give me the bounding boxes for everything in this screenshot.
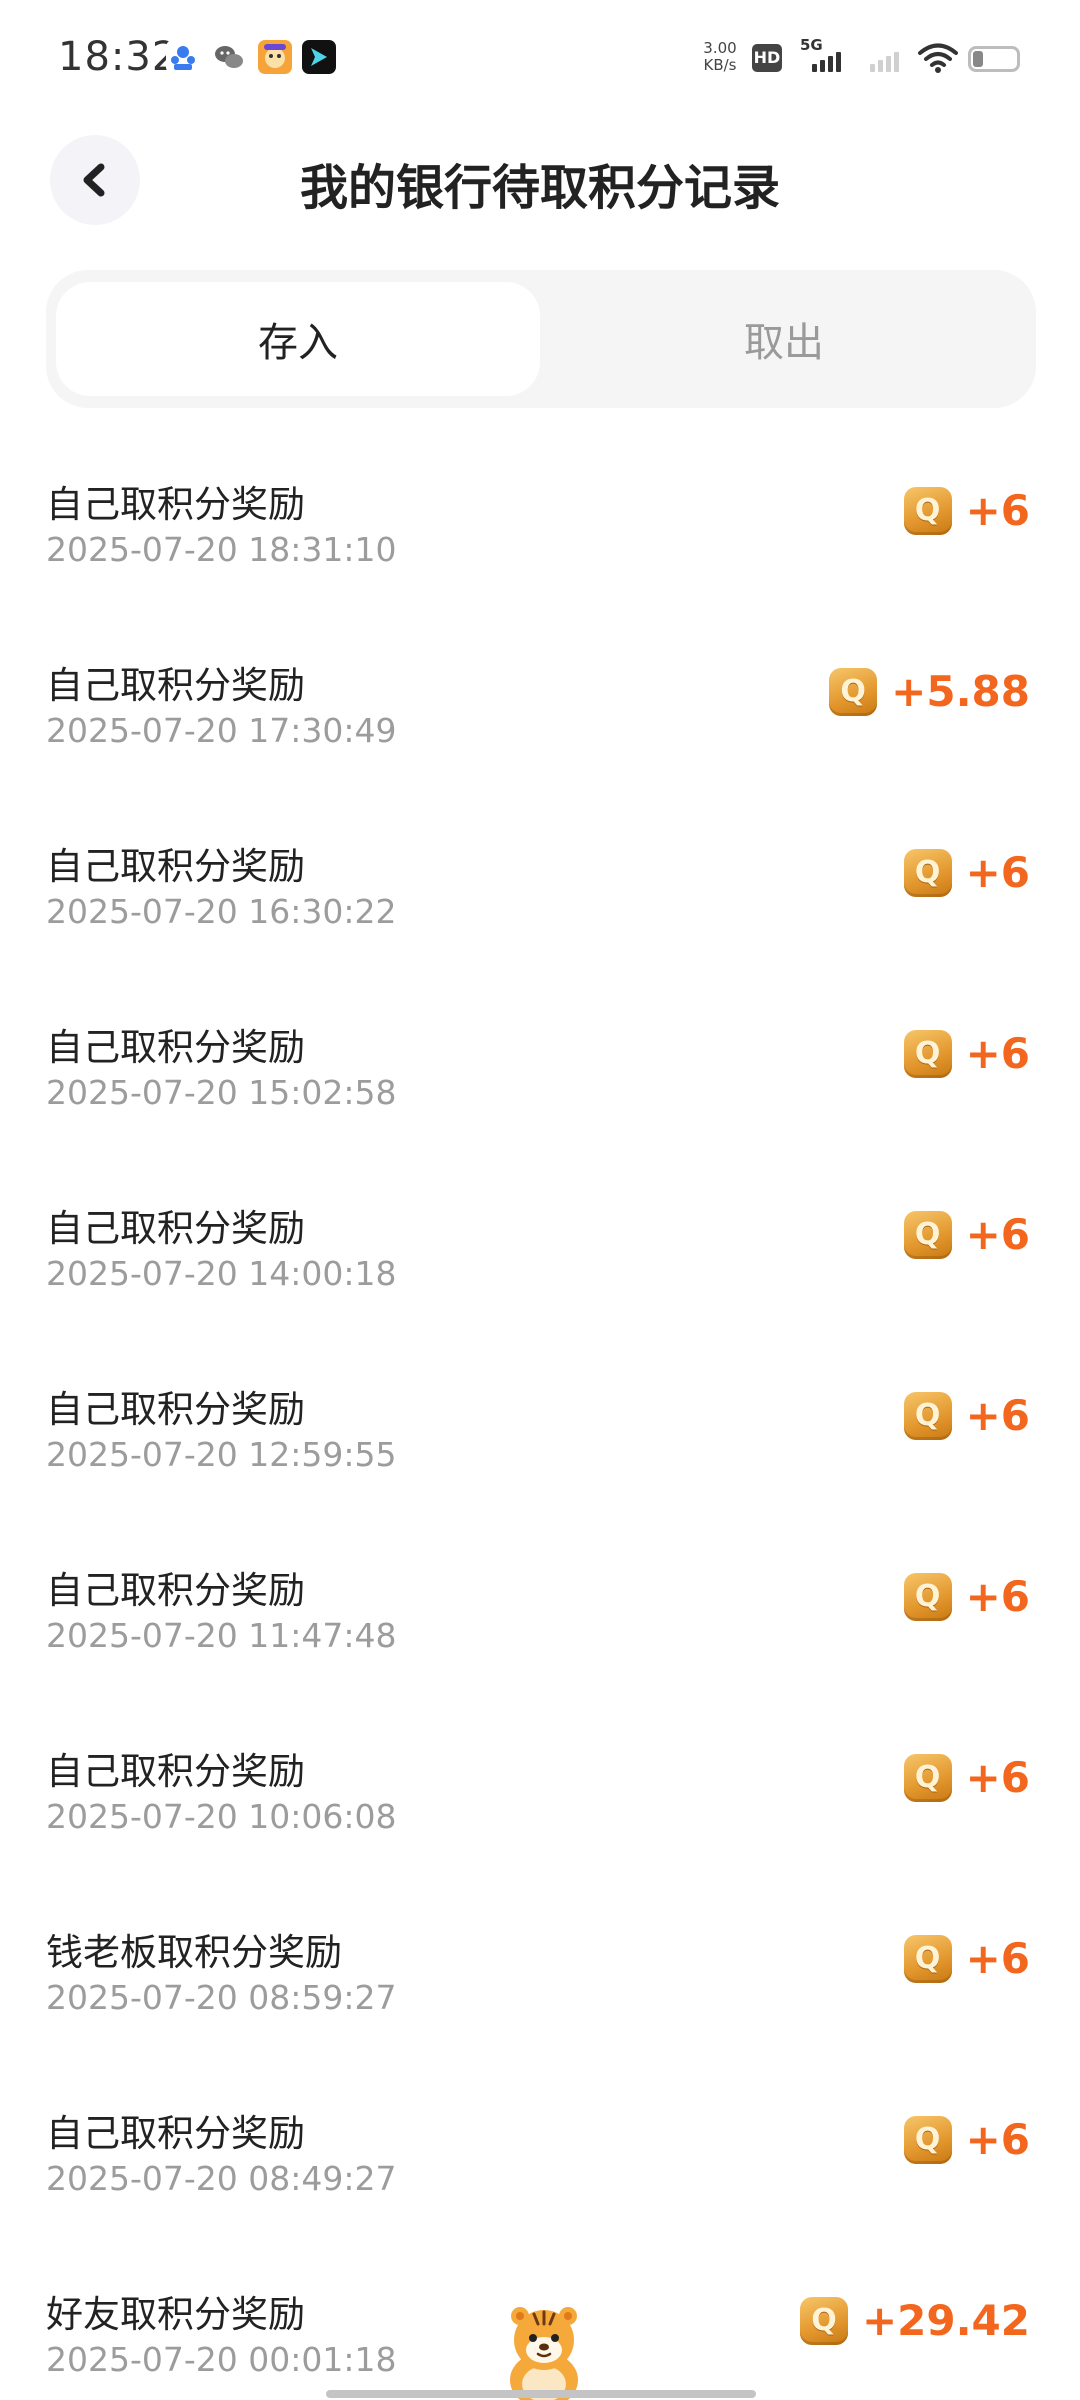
- signal-strength-sim2-icon: [870, 50, 899, 72]
- record-row: 钱老板取积分奖励 2025-07-20 08:59:27 Q +6: [0, 1878, 1080, 2059]
- record-title: 自己取积分奖励: [46, 483, 305, 526]
- q-coin-letter: Q: [914, 493, 941, 528]
- record-time: 2025-07-20 14:00:18: [46, 1254, 397, 1293]
- record-title: 钱老板取积分奖励: [46, 1931, 342, 1974]
- hd-badge: HD: [752, 44, 782, 72]
- record-amount: +6: [965, 1210, 1030, 1259]
- record-amount-group: Q +6: [903, 1029, 1030, 1078]
- record-amount-group: Q +6: [903, 2115, 1030, 2164]
- q-coin-letter: Q: [914, 1579, 941, 1614]
- record-title: 自己取积分奖励: [46, 845, 305, 888]
- record-time: 2025-07-20 00:01:18: [46, 2340, 397, 2379]
- record-amount-group: Q +6: [903, 1934, 1030, 1983]
- record-time: 2025-07-20 10:06:08: [46, 1797, 397, 1836]
- record-row: 自己取积分奖励 2025-07-20 18:31:10 Q +6: [0, 430, 1080, 611]
- record-amount-group: Q +5.88: [829, 667, 1030, 716]
- record-row: 自己取积分奖励 2025-07-20 12:59:55 Q +6: [0, 1335, 1080, 1516]
- record-title: 自己取积分奖励: [46, 664, 305, 707]
- record-amount-group: Q +29.42: [799, 2296, 1030, 2345]
- q-coin-icon: Q: [903, 1572, 952, 1621]
- tab-withdraw[interactable]: 取出: [542, 282, 1026, 396]
- record-amount-group: Q +6: [903, 1210, 1030, 1259]
- q-coin-icon: Q: [903, 1029, 952, 1078]
- tab-deposit[interactable]: 存入: [56, 282, 540, 396]
- game-app-icon: [258, 40, 292, 74]
- record-row: 自己取积分奖励 2025-07-20 10:06:08 Q +6: [0, 1697, 1080, 1878]
- record-title: 自己取积分奖励: [46, 1569, 305, 1612]
- record-amount: +6: [965, 1753, 1030, 1802]
- arrow-app-icon: [302, 40, 336, 74]
- q-coin-icon: Q: [829, 667, 878, 716]
- record-amount: +6: [965, 1934, 1030, 1983]
- record-title: 自己取积分奖励: [46, 2112, 305, 2155]
- record-amount: +6: [965, 2115, 1030, 2164]
- q-coin-letter: Q: [914, 1941, 941, 1976]
- record-amount: +6: [965, 1029, 1030, 1078]
- q-coin-icon: Q: [903, 1391, 952, 1440]
- segmented-tabs: 存入 取出: [46, 270, 1036, 408]
- record-time: 2025-07-20 12:59:55: [46, 1435, 397, 1474]
- record-title: 自己取积分奖励: [46, 1207, 305, 1250]
- record-row: 自己取积分奖励 2025-07-20 11:47:48 Q +6: [0, 1516, 1080, 1697]
- record-row: 自己取积分奖励 2025-07-20 15:02:58 Q +6: [0, 973, 1080, 1154]
- q-coin-letter: Q: [840, 674, 866, 709]
- record-amount-group: Q +6: [903, 1391, 1030, 1440]
- status-time: 18:32: [58, 34, 179, 80]
- wechat-app-icon: [212, 40, 246, 74]
- record-time: 2025-07-20 16:30:22: [46, 892, 397, 931]
- network-speed-unit: KB/s: [703, 56, 737, 74]
- record-amount: +6: [965, 1391, 1030, 1440]
- record-amount: +6: [965, 486, 1030, 535]
- q-coin-letter: Q: [914, 1760, 941, 1795]
- record-time: 2025-07-20 11:47:48: [46, 1616, 397, 1655]
- home-indicator[interactable]: [326, 2390, 756, 2398]
- q-coin-icon: Q: [903, 1753, 952, 1802]
- record-amount: +6: [965, 1572, 1030, 1621]
- q-coin-icon: Q: [903, 848, 952, 897]
- q-coin-icon: Q: [799, 2296, 848, 2345]
- record-amount: +5.88: [891, 667, 1030, 716]
- record-list: 自己取积分奖励 2025-07-20 18:31:10 Q +6 自己取积分奖励…: [0, 430, 1080, 2400]
- record-amount-group: Q +6: [903, 1572, 1030, 1621]
- q-coin-letter: Q: [811, 2303, 837, 2338]
- baidu-app-icon: [166, 40, 200, 74]
- record-time: 2025-07-20 18:31:10: [46, 530, 397, 569]
- record-title: 好友取积分奖励: [46, 2293, 305, 2336]
- network-speed-value: 3.00: [703, 39, 737, 57]
- q-coin-letter: Q: [914, 1398, 941, 1433]
- record-row: 自己取积分奖励 2025-07-20 16:30:22 Q +6: [0, 792, 1080, 973]
- screen: 18:32 3.00 KB/s HD 5G 我的银行待取积分记录 存入 取出 自…: [0, 0, 1080, 2400]
- record-amount-group: Q +6: [903, 848, 1030, 897]
- record-title: 自己取积分奖励: [46, 1026, 305, 1069]
- record-amount-group: Q +6: [903, 486, 1030, 535]
- record-time: 2025-07-20 15:02:58: [46, 1073, 397, 1112]
- q-coin-letter: Q: [914, 2122, 941, 2157]
- tiger-mascot-icon[interactable]: [494, 2300, 594, 2400]
- q-coin-icon: Q: [903, 2115, 952, 2164]
- q-coin-icon: Q: [903, 486, 952, 535]
- status-bar: 18:32 3.00 KB/s HD 5G: [0, 0, 1080, 118]
- q-coin-letter: Q: [914, 1217, 941, 1252]
- page-title: 我的银行待取积分记录: [299, 160, 780, 216]
- q-coin-icon: Q: [903, 1934, 952, 1983]
- q-coin-letter: Q: [914, 855, 941, 890]
- signal-strength-icon: [812, 50, 841, 72]
- wifi-icon: [918, 43, 958, 73]
- record-amount: +6: [965, 848, 1030, 897]
- record-row: 自己取积分奖励 2025-07-20 17:30:49 Q +5.88: [0, 611, 1080, 792]
- record-amount: +29.42: [861, 2296, 1030, 2345]
- record-title: 自己取积分奖励: [46, 1388, 305, 1431]
- record-time: 2025-07-20 08:49:27: [46, 2159, 397, 2198]
- q-coin-letter: Q: [914, 1036, 941, 1071]
- network-speed: 3.00 KB/s: [698, 40, 742, 74]
- record-time: 2025-07-20 08:59:27: [46, 1978, 397, 2017]
- record-title: 自己取积分奖励: [46, 1750, 305, 1793]
- record-row: 自己取积分奖励 2025-07-20 14:00:18 Q +6: [0, 1154, 1080, 1335]
- battery-icon: [968, 46, 1020, 72]
- record-row: 自己取积分奖励 2025-07-20 08:49:27 Q +6: [0, 2059, 1080, 2240]
- record-amount-group: Q +6: [903, 1753, 1030, 1802]
- q-coin-icon: Q: [903, 1210, 952, 1259]
- record-time: 2025-07-20 17:30:49: [46, 711, 397, 750]
